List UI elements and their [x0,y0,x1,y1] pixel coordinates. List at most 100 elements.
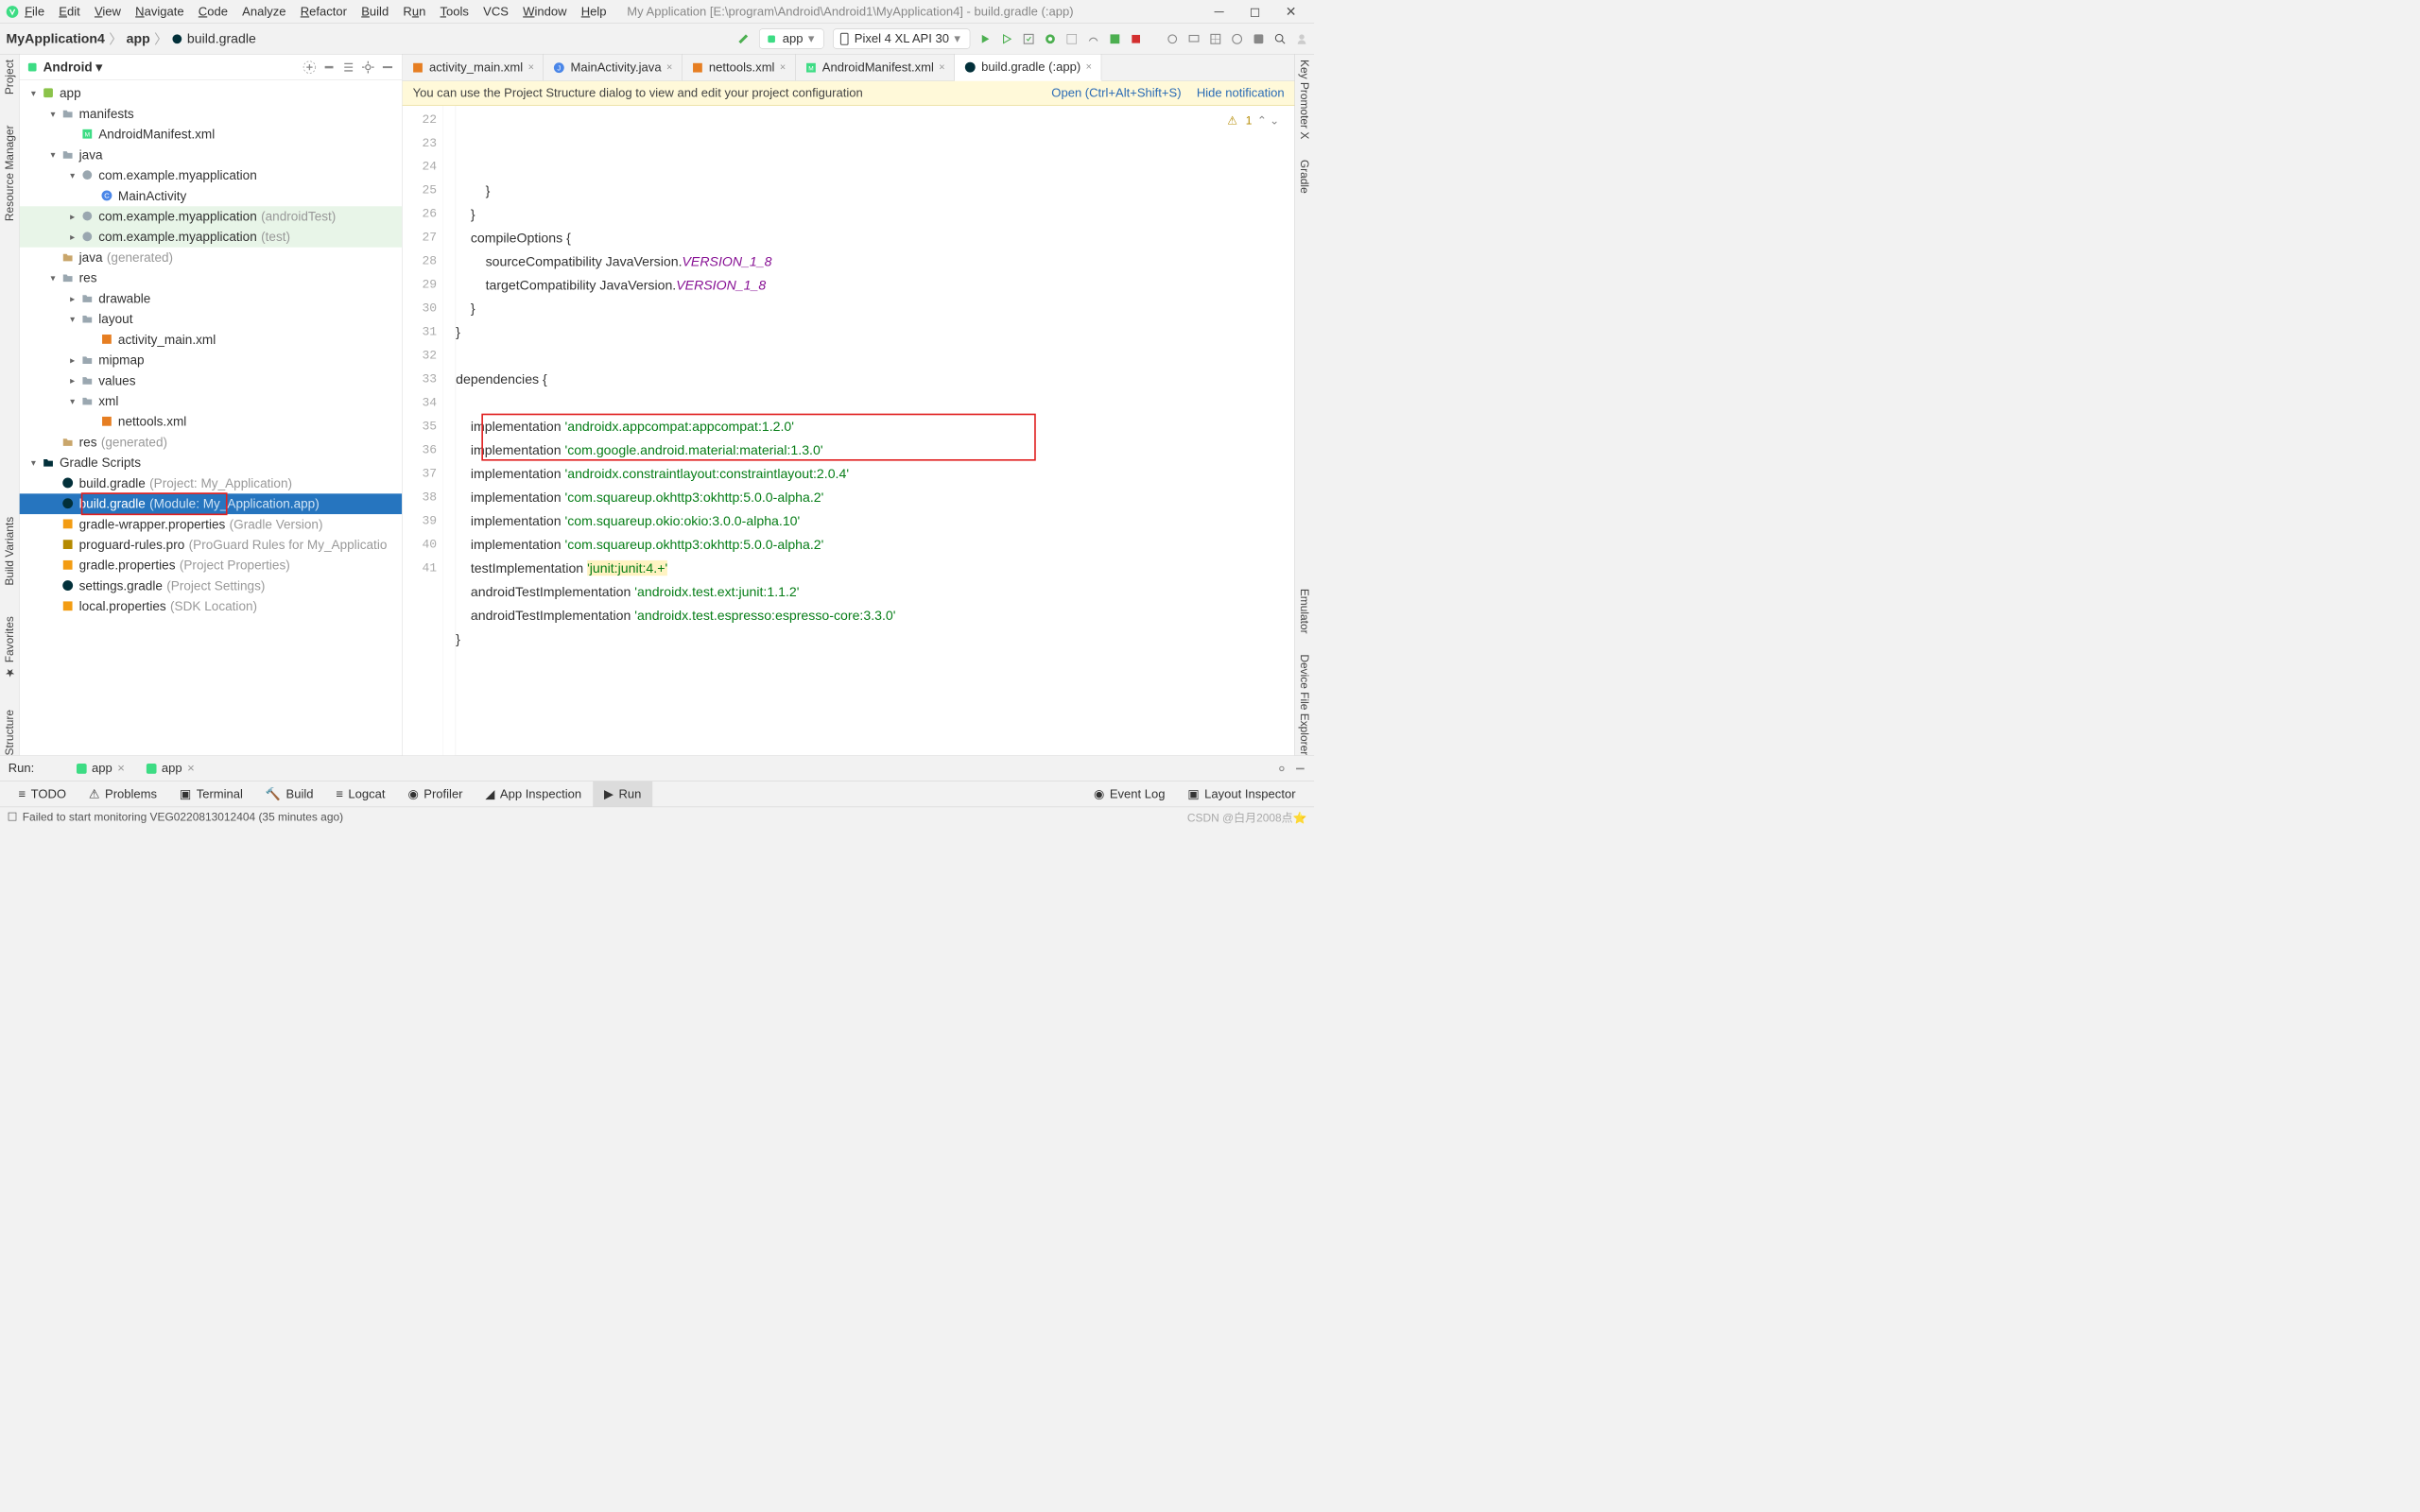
bottab-app-inspection[interactable]: ◢ App Inspection [474,782,593,807]
tree-row[interactable]: ▾layout [20,309,403,330]
editor-tab[interactable]: activity_main.xml× [403,55,544,81]
hammer-icon[interactable] [736,32,750,45]
tree-row[interactable]: ▸mipmap [20,350,403,370]
tree-row[interactable]: activity_main.xml [20,330,403,351]
code-editor[interactable]: 2223242526272829303132333435363738394041… [403,106,1295,755]
menu-code[interactable]: Code [199,5,228,19]
tree-row[interactable]: settings.gradle (Project Settings) [20,576,403,596]
rail-key-promoter[interactable]: Key Promoter X [1298,60,1311,139]
close-icon[interactable]: × [939,61,944,73]
run-icon[interactable] [979,32,992,44]
menu-edit[interactable]: Edit [59,5,79,19]
rail-resource-manager[interactable]: Resource Manager [3,126,16,222]
rail-structure[interactable]: Structure [3,710,16,755]
hide-notification-link[interactable]: Hide notification [1197,86,1285,100]
tree-row[interactable]: ▾res [20,267,403,288]
editor-tab[interactable]: JMainActivity.java× [544,55,682,81]
tree-row[interactable]: gradle-wrapper.properties (Gradle Versio… [20,514,403,535]
hide-icon[interactable] [380,60,394,74]
run-tab[interactable]: app × [139,759,201,778]
avd-icon[interactable] [1188,32,1201,44]
tree-row[interactable]: ▾manifests [20,104,403,125]
collapse-icon[interactable] [321,60,336,74]
tree-row[interactable]: local.properties (SDK Location) [20,596,403,617]
open-project-structure-link[interactable]: Open (Ctrl+Alt+Shift+S) [1051,86,1181,100]
minimize-button[interactable]: ─ [1211,4,1226,19]
tree-row[interactable]: proguard-rules.pro (ProGuard Rules for M… [20,535,403,556]
search-icon[interactable] [1274,32,1287,44]
tree-row[interactable]: ▾java [20,145,403,165]
gear-icon[interactable] [1276,763,1288,774]
debug-icon[interactable] [1044,32,1056,44]
close-icon[interactable]: × [780,61,786,73]
tree-row[interactable]: build.gradle (Project: My_Application) [20,473,403,494]
project-view-dropdown[interactable]: Android ▾ [43,60,298,75]
stop-icon[interactable] [1131,33,1142,44]
tree-row[interactable]: MAndroidManifest.xml [20,124,403,145]
menu-analyze[interactable]: Analyze [242,5,285,19]
tree-row[interactable]: CMainActivity [20,186,403,207]
bottab-run[interactable]: ▶ Run [593,782,652,807]
close-button[interactable]: ✕ [1284,4,1299,19]
bottab-logcat[interactable]: ≡ Logcat [324,782,396,807]
tree-row[interactable]: nettools.xml [20,411,403,432]
hide-icon[interactable] [1294,763,1305,774]
bottab-todo[interactable]: ≡ TODO [8,782,78,807]
bottab-event-log[interactable]: ◉ Event Log [1082,782,1176,807]
rail-project[interactable]: Project [3,60,16,94]
breadcrumb-item[interactable]: MyApplication4 [7,31,105,47]
menu-view[interactable]: View [95,5,121,19]
rail-gradle[interactable]: Gradle [1298,160,1311,194]
rail-build-variants[interactable]: Build Variants [3,517,16,586]
coverage-icon[interactable] [1065,32,1078,44]
tree-row[interactable]: ▾xml [20,391,403,412]
tree-row[interactable]: ▸com.example.myapplication (test) [20,227,403,248]
gear-icon[interactable] [361,60,375,74]
tree-row[interactable]: ▸com.example.myapplication (androidTest) [20,206,403,227]
sdk-icon[interactable] [1209,32,1221,44]
tree-row[interactable]: res (generated) [20,432,403,453]
tree-row[interactable]: ▸values [20,370,403,391]
tree-row[interactable]: ▾com.example.myapplication [20,165,403,186]
expand-icon[interactable] [341,60,355,74]
bottab-terminal[interactable]: ▣ Terminal [168,782,254,807]
add-icon[interactable] [302,60,317,74]
bottab-profiler[interactable]: ◉ Profiler [396,782,474,807]
run-tab[interactable]: app × [69,759,131,778]
apply-changes-icon[interactable] [1001,32,1013,44]
attach-debugger-icon[interactable] [1109,32,1121,44]
menu-navigate[interactable]: Navigate [135,5,183,19]
bottab-layout-inspector[interactable]: ▣ Layout Inspector [1176,782,1306,807]
breadcrumb-item[interactable]: build.gradle [187,31,256,47]
rail-device-explorer[interactable]: Device File Explorer [1298,654,1311,755]
whats-new-icon[interactable] [1253,32,1265,44]
bottab-build[interactable]: 🔨 Build [254,782,325,807]
device-dropdown[interactable]: Pixel 4 XL API 30 ▾ [834,28,971,48]
rail-emulator[interactable]: Emulator [1298,589,1311,634]
tree-row[interactable]: ▾app [20,83,403,104]
maximize-button[interactable]: ◻ [1247,4,1262,19]
menu-file[interactable]: File [25,5,44,19]
editor-tab[interactable]: build.gradle (:app)× [955,55,1101,81]
user-icon[interactable] [1296,32,1308,44]
apply-code-icon[interactable] [1023,32,1035,44]
close-icon[interactable]: × [528,61,534,73]
project-tree[interactable]: ▾app▾manifestsMAndroidManifest.xml▾java▾… [20,80,403,756]
tree-row[interactable]: ▾Gradle Scripts [20,453,403,473]
breadcrumb-item[interactable]: app [127,31,150,47]
menu-tools[interactable]: Tools [441,5,469,19]
editor-tab[interactable]: nettools.xml× [683,55,796,81]
tree-row[interactable]: build.gradle (Module: My_Application.app… [20,493,403,514]
menu-refactor[interactable]: Refactor [301,5,347,19]
menu-window[interactable]: Window [523,5,566,19]
sync-icon[interactable] [1167,32,1179,44]
menu-vcs[interactable]: VCS [483,5,509,19]
warnings-indicator[interactable]: ⚠ 1 ⌃ ⌄ [1227,109,1279,132]
resource-icon[interactable] [1231,32,1243,44]
tree-row[interactable]: ▸drawable [20,288,403,309]
close-icon[interactable]: × [1086,61,1092,73]
menu-build[interactable]: Build [361,5,389,19]
rail-favorites[interactable]: ★ Favorites [3,616,16,679]
editor-tab[interactable]: MAndroidManifest.xml× [796,55,955,81]
menu-run[interactable]: Run [403,5,425,19]
